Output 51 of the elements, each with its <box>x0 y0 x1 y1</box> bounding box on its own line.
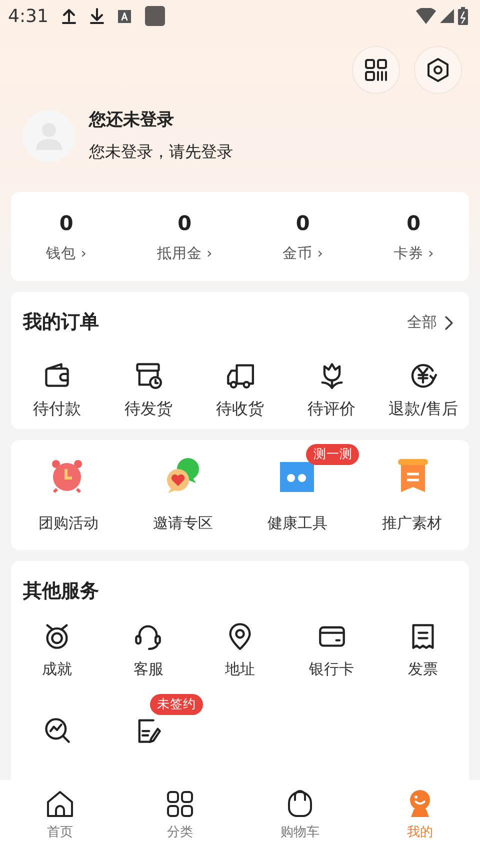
order-status-item[interactable]: 待付款 <box>11 360 103 421</box>
view-all-link[interactable]: 全部 <box>407 311 453 334</box>
download-icon <box>90 8 104 24</box>
grid-icon <box>165 789 195 819</box>
upload-icon <box>62 8 76 24</box>
qr-code-button[interactable] <box>352 46 400 94</box>
service-label[interactable]: 成就 <box>42 658 72 680</box>
square-app-icon <box>145 6 166 26</box>
battery-icon <box>458 7 468 25</box>
order-status-item[interactable]: 待评价 <box>286 360 378 421</box>
order-status-item[interactable]: 待收货 <box>194 360 286 421</box>
settings-icon <box>425 57 451 83</box>
stat-value: 0 <box>176 210 193 236</box>
login-prompt: 您未登录，请先登录 <box>89 140 233 162</box>
service-label[interactable]: 银行卡 <box>309 658 354 680</box>
stat-value: 0 <box>406 210 422 236</box>
stat-link[interactable]: 卡券 › <box>358 244 469 266</box>
service-label[interactable]: 发票 <box>408 658 438 680</box>
badge-label: 未签约 <box>150 694 204 715</box>
order-status-item[interactable]: 退款/售后 <box>377 360 469 421</box>
tab-item[interactable]: 购物车 <box>240 780 360 854</box>
box-clock-icon <box>134 360 162 389</box>
settings-button[interactable] <box>414 46 462 94</box>
order-status-item[interactable]: 待发货 <box>102 360 194 421</box>
signal-icon <box>440 9 454 23</box>
clock: 4:31 <box>8 4 48 28</box>
tool-label[interactable]: 推广素材 <box>382 512 442 534</box>
text-box-icon <box>118 10 132 22</box>
chevron-right-icon <box>445 316 453 330</box>
shopping-bag-icon <box>285 789 315 819</box>
stat-link[interactable]: 抵用金 › <box>122 244 248 266</box>
tab-item[interactable]: 首页 <box>0 780 120 854</box>
login-title[interactable]: 您还未登录 <box>89 108 233 134</box>
service-label[interactable]: 客服 <box>133 658 164 680</box>
service-label[interactable]: 地址 <box>224 658 255 680</box>
stat-value: 0 <box>58 210 74 236</box>
qr-code-icon <box>363 57 389 83</box>
tab-item[interactable]: 分类 <box>120 780 240 854</box>
chart-search-icon <box>42 716 71 744</box>
section-title: 其他服务 <box>22 579 100 604</box>
wifi-icon <box>416 8 436 24</box>
tool-label[interactable]: 邀请专区 <box>152 512 213 534</box>
tool-label[interactable]: 团购活动 <box>38 512 98 534</box>
stat-link[interactable]: 金币 › <box>248 244 358 266</box>
stat-link[interactable]: 钱包 › <box>11 244 122 266</box>
badge-label: 测一测 <box>306 444 360 464</box>
wallet-icon <box>42 360 71 389</box>
section-title: 我的订单 <box>23 310 99 336</box>
stat-value: 0 <box>294 210 311 236</box>
home-icon <box>45 789 75 819</box>
tool-label[interactable]: 健康工具 <box>267 512 328 534</box>
